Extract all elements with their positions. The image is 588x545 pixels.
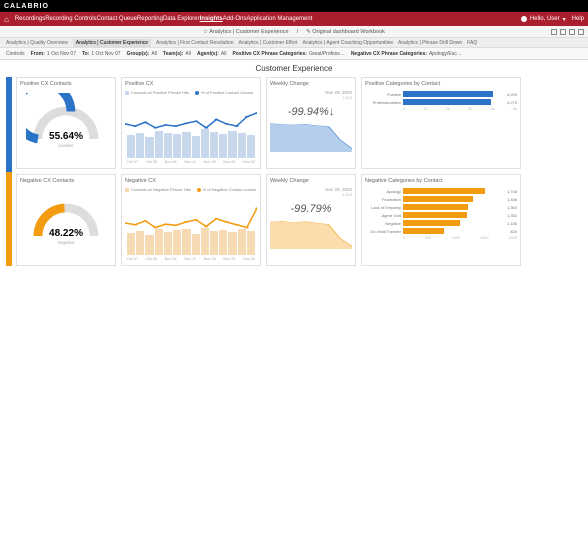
positive-gauge-card: Positive CX Contacts 55.64% positive: [16, 77, 116, 169]
user-icon: [521, 16, 527, 22]
refresh-icon[interactable]: [551, 29, 557, 35]
brand-logo: CALABRIO: [4, 3, 49, 10]
nav-item-contact-queue[interactable]: Contact Queue: [97, 16, 137, 22]
nav-item-add-ons[interactable]: Add-Ons: [223, 16, 247, 22]
export-icon[interactable]: [569, 29, 575, 35]
from-date[interactable]: 1 Oct Nov 07: [47, 51, 76, 57]
agents-select[interactable]: All: [221, 51, 227, 57]
breadcrumb-item[interactable]: Analytics | Quality Overview: [6, 40, 68, 46]
main-nav: ⌂ RecordingsRecording ControlsContact Qu…: [0, 12, 588, 26]
controls-bar: Controls From:1 Oct Nov 07 To:1 Oct Nov …: [0, 48, 588, 60]
nav-item-data-explorer[interactable]: Data Explorer: [163, 16, 200, 22]
category-row: On-Hold/Transfer825: [365, 228, 517, 234]
pos-cat-select[interactable]: Great/Profess…: [309, 51, 345, 57]
breadcrumb-item[interactable]: Analytics | Phrase Drill Down: [398, 40, 462, 46]
breadcrumb: Analytics | Quality Overview Analytics | …: [0, 38, 588, 48]
toolbar: ☆ Analytics | Customer Experience / ✎ Or…: [0, 26, 588, 38]
category-row: Positive4,293: [365, 91, 517, 97]
negative-categories-card: Negative Categories by Contact Apology1,…: [361, 174, 521, 266]
negative-trend-card: Negative CX Contacts w/ Negative Phrase …: [121, 174, 261, 266]
page-title: Customer Experience: [0, 60, 588, 77]
toolbar-workbook[interactable]: ✎ Original dashboard Workbook: [306, 29, 385, 35]
nav-item-reporting[interactable]: Reporting: [137, 16, 163, 22]
category-row: Frustration1,468: [365, 196, 517, 202]
fullscreen-icon[interactable]: [578, 29, 584, 35]
teams-select[interactable]: All: [185, 51, 191, 57]
category-row: Apology1,748: [365, 188, 517, 194]
controls-label: Controls: [6, 51, 25, 57]
nav-item-application-management[interactable]: Application Management: [246, 16, 312, 22]
user-menu[interactable]: Hello, User▾: [521, 16, 566, 23]
nav-item-recordings[interactable]: Recordings: [15, 16, 45, 22]
breadcrumb-item[interactable]: Analytics | Customer Effort: [239, 40, 298, 46]
groups-select[interactable]: All: [151, 51, 157, 57]
neg-cat-select[interactable]: Apology/Esc…: [429, 51, 462, 57]
to-date[interactable]: 1 Oct Nov 07: [91, 51, 120, 57]
positive-gauge: 55.64% positive: [26, 93, 106, 153]
toolbar-context: ☆ Analytics | Customer Experience: [203, 29, 289, 35]
category-row: Agent Void1,352: [365, 212, 517, 218]
top-bar: CALABRIO: [0, 0, 588, 12]
positive-categories-card: Positive Categories by Contact Positive4…: [361, 77, 521, 169]
home-icon[interactable]: ⌂: [4, 15, 9, 24]
nav-item-insights[interactable]: Insights: [200, 16, 223, 22]
help-link[interactable]: Help: [572, 16, 584, 22]
negative-gauge: 48.22% negative: [26, 190, 106, 250]
category-row: Professionalism4,273: [365, 99, 517, 105]
positive-trend-card: Positive CX Contacts w/ Positive Phrase …: [121, 77, 261, 169]
category-row: Negative1,186: [365, 220, 517, 226]
breadcrumb-item[interactable]: Analytics | Agent Coaching Opportunities: [303, 40, 394, 46]
negative-change-card: Weekly Change Nov 29, 2020 1,915 -99.79%: [266, 174, 356, 266]
negative-gauge-card: Negative CX Contacts 48.22% negative: [16, 174, 116, 266]
user-greeting: Hello, User: [530, 16, 560, 22]
breadcrumb-item[interactable]: Analytics | Customer Experience: [73, 39, 151, 47]
side-indicator: [6, 77, 12, 266]
share-icon[interactable]: [560, 29, 566, 35]
breadcrumb-item[interactable]: FAQ: [467, 40, 477, 46]
nav-item-recording-controls[interactable]: Recording Controls: [45, 16, 96, 22]
positive-change-card: Weekly Change Nov 29, 2020 1,915 -99.94%…: [266, 77, 356, 169]
category-row: Lack of Empathy1,363: [365, 204, 517, 210]
breadcrumb-item[interactable]: Analytics | First Contact Resolution: [156, 40, 233, 46]
